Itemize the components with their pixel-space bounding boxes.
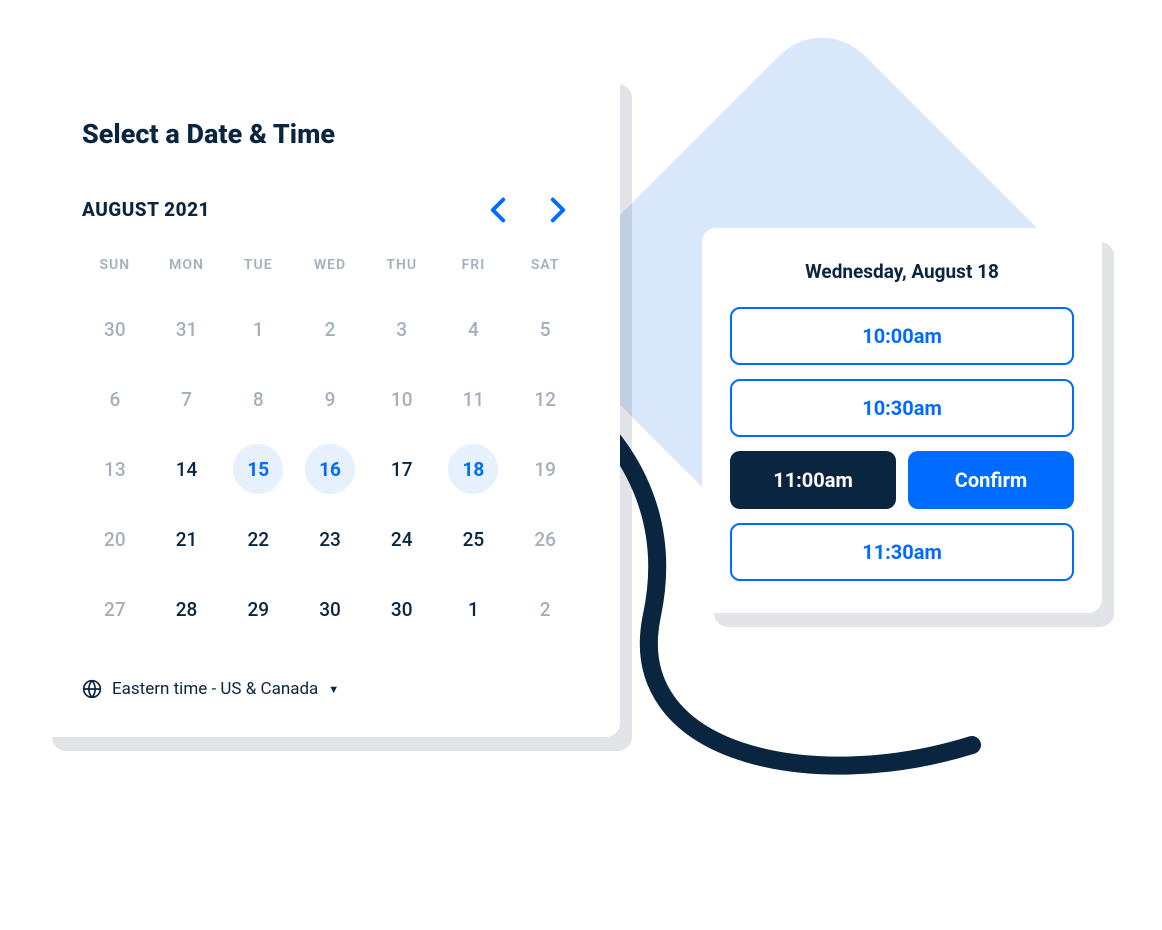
calendar-day[interactable]: 2 — [297, 297, 363, 361]
calendar-card: Select a Date & Time AUGUST 2021 SUNMONT… — [40, 70, 620, 737]
calendar-day[interactable]: 17 — [369, 437, 435, 501]
prev-month-button[interactable] — [488, 200, 508, 220]
calendar-day[interactable]: 23 — [297, 507, 363, 571]
calendar-day[interactable]: 12 — [512, 367, 578, 431]
chevron-right-icon — [550, 197, 566, 223]
day-header: THU — [369, 249, 435, 291]
calendar-grid: SUNMONTUEWEDTHUFRISAT3031123456789101112… — [82, 249, 578, 641]
calendar-day[interactable]: 13 — [82, 437, 148, 501]
chevron-left-icon — [490, 197, 506, 223]
calendar-day[interactable]: 19 — [512, 437, 578, 501]
calendar-day[interactable]: 20 — [82, 507, 148, 571]
calendar-day[interactable]: 18 — [441, 437, 507, 501]
calendar-day[interactable]: 2 — [512, 577, 578, 641]
calendar-day[interactable]: 14 — [154, 437, 220, 501]
calendar-day[interactable]: 27 — [82, 577, 148, 641]
calendar-day[interactable]: 21 — [154, 507, 220, 571]
calendar-day[interactable]: 16 — [297, 437, 363, 501]
calendar-header: AUGUST 2021 — [82, 198, 578, 221]
next-month-button[interactable] — [548, 200, 568, 220]
time-slot-selected[interactable]: 11:00am — [730, 451, 896, 509]
day-header: TUE — [225, 249, 291, 291]
calendar-day[interactable]: 30 — [369, 577, 435, 641]
timezone-selector[interactable]: Eastern time - US & Canada ▼ — [82, 679, 578, 699]
calendar-day[interactable]: 5 — [512, 297, 578, 361]
calendar-day[interactable]: 24 — [369, 507, 435, 571]
calendar-day[interactable]: 30 — [82, 297, 148, 361]
calendar-day[interactable]: 29 — [225, 577, 291, 641]
day-header: SUN — [82, 249, 148, 291]
calendar-day[interactable]: 8 — [225, 367, 291, 431]
day-header: FRI — [441, 249, 507, 291]
calendar-day[interactable]: 25 — [441, 507, 507, 571]
day-header: SAT — [512, 249, 578, 291]
globe-icon — [82, 679, 102, 699]
month-nav — [488, 200, 578, 220]
day-header: WED — [297, 249, 363, 291]
time-slot-button[interactable]: 10:30am — [730, 379, 1074, 437]
calendar-day[interactable]: 15 — [225, 437, 291, 501]
calendar-day[interactable]: 4 — [441, 297, 507, 361]
timezone-label: Eastern time - US & Canada — [112, 679, 318, 699]
calendar-day[interactable]: 31 — [154, 297, 220, 361]
calendar-day[interactable]: 10 — [369, 367, 435, 431]
caret-down-icon: ▼ — [328, 683, 339, 696]
calendar-day[interactable]: 28 — [154, 577, 220, 641]
calendar-day[interactable]: 11 — [441, 367, 507, 431]
calendar-day[interactable]: 1 — [441, 577, 507, 641]
month-label: AUGUST 2021 — [82, 198, 210, 221]
time-slot-button[interactable]: 10:00am — [730, 307, 1074, 365]
calendar-day[interactable]: 6 — [82, 367, 148, 431]
day-header: MON — [154, 249, 220, 291]
calendar-day[interactable]: 22 — [225, 507, 291, 571]
time-slot-list: 10:00am 10:30am 11:00amConfirm 11:30am — [730, 307, 1074, 581]
time-picker-card: Wednesday, August 18 10:00am 10:30am 11:00… — [702, 228, 1102, 613]
time-slot-row-selected: 11:00amConfirm — [730, 451, 1074, 509]
calendar-day[interactable]: 9 — [297, 367, 363, 431]
calendar-day[interactable]: 30 — [297, 577, 363, 641]
calendar-day[interactable]: 1 — [225, 297, 291, 361]
calendar-day[interactable]: 7 — [154, 367, 220, 431]
time-slot-button[interactable]: 11:30am — [730, 523, 1074, 581]
calendar-day[interactable]: 3 — [369, 297, 435, 361]
selected-date-label: Wednesday, August 18 — [730, 260, 1074, 283]
calendar-title: Select a Date & Time — [82, 118, 578, 150]
confirm-button[interactable]: Confirm — [908, 451, 1074, 509]
calendar-day[interactable]: 26 — [512, 507, 578, 571]
